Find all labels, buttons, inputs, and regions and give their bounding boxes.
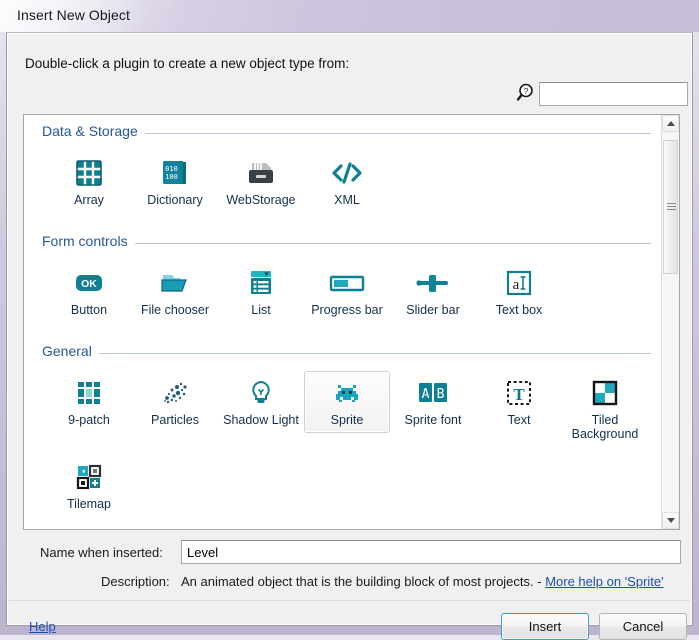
open-folder-icon	[133, 266, 217, 300]
plugin-item-particles[interactable]: Particles	[132, 371, 218, 433]
plugin-label: File chooser	[133, 303, 217, 317]
search-icon: ?	[516, 82, 538, 104]
plugin-label: Text	[477, 413, 561, 427]
panel-scrollbar[interactable]	[661, 115, 679, 529]
plugin-label: Slider bar	[391, 303, 475, 317]
space-invader-icon	[305, 376, 389, 410]
insert-button[interactable]: Insert	[501, 613, 589, 640]
plugin-label: Tiled Background	[563, 413, 647, 441]
tilemap-icon	[47, 460, 131, 494]
svg-text:a: a	[513, 277, 520, 293]
scrollbar-thumb[interactable]	[663, 140, 678, 274]
plugin-item-9-patch[interactable]: 9-patch	[46, 371, 132, 433]
plugin-label: Sprite font	[391, 413, 475, 427]
dialog-client-area: Double-click a plugin to create a new ob…	[6, 32, 693, 626]
svg-text:T: T	[513, 385, 525, 404]
plugin-label: WebStorage	[219, 193, 303, 207]
plugin-item-text-box[interactable]: a Text box	[476, 261, 562, 323]
scroll-up-button[interactable]	[662, 115, 679, 132]
plugin-item-dictionary[interactable]: 010 100 Dictionary	[132, 151, 218, 213]
more-help-link[interactable]: More help on 'Sprite'	[545, 574, 663, 589]
plugin-label: Particles	[133, 413, 217, 427]
ok-button-icon: OK	[47, 266, 131, 300]
scroll-down-button[interactable]	[662, 512, 679, 529]
plugin-item-text[interactable]: T Text	[476, 371, 562, 433]
plugin-label: List	[219, 303, 303, 317]
window-title: Insert New Object	[17, 7, 130, 23]
group-title: Data & Storage	[42, 123, 145, 139]
plugin-label: Dictionary	[133, 193, 217, 207]
description-text: An animated object that is the building …	[181, 574, 664, 589]
slider-bar-icon	[391, 266, 475, 300]
plugin-label: Shadow Light	[219, 413, 303, 427]
group-form-controls: Form controls OK Button	[24, 233, 663, 329]
plugin-item-sprite[interactable]: Sprite	[304, 371, 390, 433]
plugin-item-button[interactable]: OK Button	[46, 261, 132, 323]
progress-bar-icon	[305, 266, 389, 300]
cancel-button[interactable]: Cancel	[599, 613, 687, 640]
prompt-label: Double-click a plugin to create a new ob…	[25, 56, 349, 71]
plugin-item-progress-bar[interactable]: Progress bar	[304, 261, 390, 323]
plugin-label: Text box	[477, 303, 561, 317]
chevron-down-icon	[667, 518, 675, 523]
svg-text:100: 100	[165, 173, 178, 181]
plugin-label: Array	[47, 193, 131, 207]
description-body: An animated object that is the building …	[181, 574, 545, 589]
plugin-item-file-chooser[interactable]: File chooser	[132, 261, 218, 323]
plugin-label: XML	[305, 193, 389, 207]
svg-text:B: B	[437, 387, 445, 402]
nine-patch-icon	[47, 376, 131, 410]
plugin-item-array[interactable]: Array	[46, 151, 132, 213]
description-label: Description:	[101, 574, 170, 589]
xml-code-icon	[305, 156, 389, 190]
group-header: Form controls	[42, 233, 651, 253]
text-t-icon: T	[477, 376, 561, 410]
scrollbar-grip-icon	[667, 203, 676, 211]
svg-text:A: A	[422, 387, 430, 402]
group-title: Form controls	[42, 233, 135, 249]
group-header: General	[42, 343, 651, 363]
title-bar[interactable]: Insert New Object	[0, 0, 699, 32]
svg-text:010: 010	[165, 165, 178, 173]
plugin-label: Progress bar	[305, 303, 389, 317]
svg-text:OK: OK	[81, 278, 97, 290]
webstorage-drive-icon	[219, 156, 303, 190]
plugin-label: Sprite	[305, 413, 389, 427]
scrollbar-track[interactable]	[662, 132, 679, 512]
group-data-storage: Data & Storage	[24, 123, 663, 219]
plugin-label: Button	[47, 303, 131, 317]
search-input[interactable]	[539, 82, 688, 106]
group-divider	[42, 353, 651, 354]
sprite-font-ab-icon: A B	[391, 376, 475, 410]
dropdown-list-icon	[219, 266, 303, 300]
name-when-inserted-input[interactable]	[181, 540, 681, 564]
plugin-label: Tilemap	[47, 497, 131, 511]
group-general: General	[24, 343, 663, 529]
plugin-item-list[interactable]: List	[218, 261, 304, 323]
array-grid-icon	[47, 156, 131, 190]
plugin-item-sprite-font[interactable]: A B Sprite font	[390, 371, 476, 433]
plugin-item-xml[interactable]: XML	[304, 151, 390, 213]
plugin-item-webstorage[interactable]: WebStorage	[218, 151, 304, 213]
group-title: General	[42, 343, 99, 359]
plugin-list-panel: Data & Storage	[23, 114, 680, 530]
insert-new-object-dialog: Insert New Object Double-click a plugin …	[0, 0, 699, 635]
plugin-item-tiled-background[interactable]: Tiled Background	[562, 371, 648, 447]
checkerboard-icon	[563, 376, 647, 410]
text-box-icon: a	[477, 266, 561, 300]
group-header: Data & Storage	[42, 123, 651, 143]
plugin-list-content: Data & Storage	[24, 115, 663, 529]
svg-text:?: ?	[524, 86, 529, 96]
dictionary-book-icon: 010 100	[133, 156, 217, 190]
help-link[interactable]: Help	[29, 619, 56, 634]
name-when-inserted-label: Name when inserted:	[40, 545, 163, 560]
plugin-item-shadow-light[interactable]: Shadow Light	[218, 371, 304, 433]
plugin-item-slider-bar[interactable]: Slider bar	[390, 261, 476, 323]
footer-divider	[9, 600, 690, 601]
chevron-up-icon	[667, 121, 675, 126]
plugin-item-tilemap[interactable]: Tilemap	[46, 455, 132, 517]
particles-icon	[133, 376, 217, 410]
lightbulb-icon	[219, 376, 303, 410]
plugin-label: 9-patch	[47, 413, 131, 427]
